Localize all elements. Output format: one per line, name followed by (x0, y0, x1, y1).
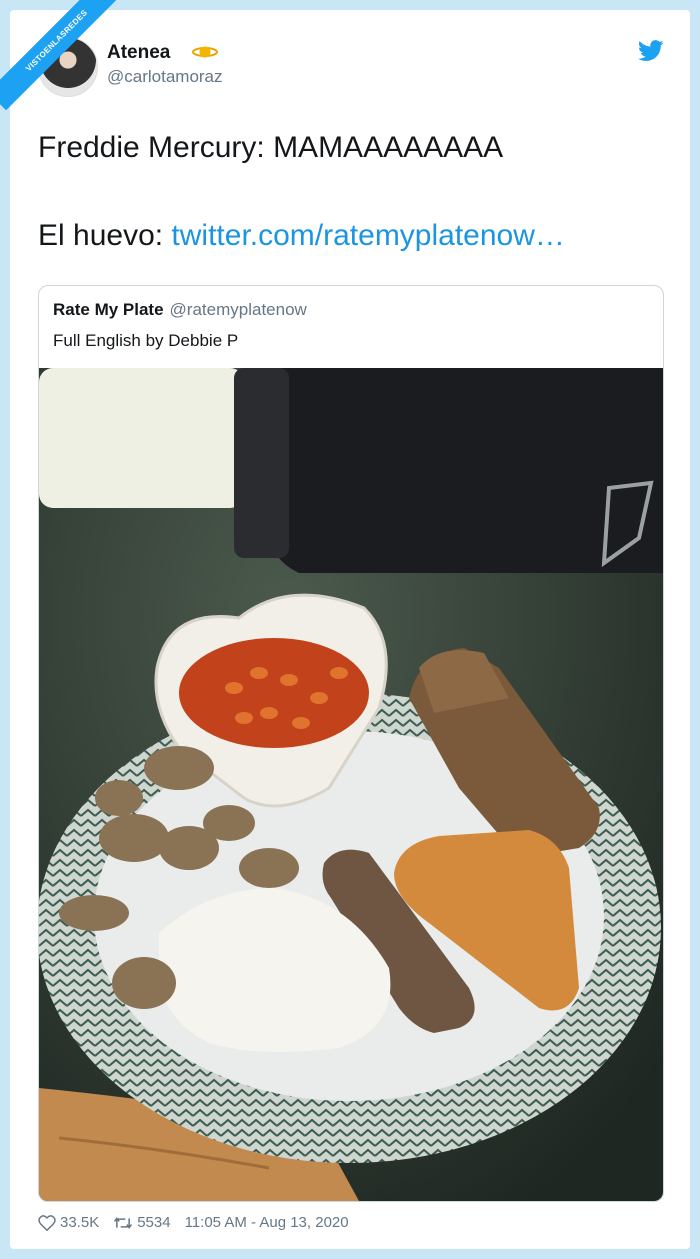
quoted-author-handle[interactable]: @ratemyplatenow (170, 300, 307, 319)
quoted-author-name[interactable]: Rate My Plate (53, 300, 164, 319)
tweet-line-2-prefix: El huevo: (38, 219, 172, 252)
food-plate-photo[interactable] (39, 368, 663, 1201)
like-stat[interactable]: 33.5K (38, 1214, 99, 1231)
tweet-line-1: Freddie Mercury: MAMAAAAAAAA (38, 131, 504, 164)
tweet-line-2: El huevo: twitter.com/ratemyplatenow… (38, 214, 678, 258)
like-count: 33.5K (60, 1214, 100, 1231)
quoted-tweet-header: Rate My Plate @ratemyplatenow (53, 300, 307, 320)
retweet-count: 5534 (137, 1214, 171, 1231)
tweet-footer: 33.5K 5534 11:05 AM - Aug 13, 2020 (38, 1214, 349, 1231)
twitter-bird-icon[interactable] (638, 40, 664, 62)
retweet-stat[interactable]: 5534 (113, 1214, 171, 1231)
quoted-tweet-text: Full English by Debbie P (53, 331, 239, 350)
quoted-tweet[interactable]: Rate My Plate @ratemyplatenow Full Englis… (38, 285, 664, 1202)
heart-icon (38, 1214, 56, 1231)
planet-emoji-icon (192, 46, 218, 58)
author-handle[interactable]: @carlotamoraz (107, 67, 223, 87)
author-name[interactable]: Atenea (107, 42, 170, 64)
retweet-icon (114, 1216, 133, 1229)
tweet-text: Freddie Mercury: MAMAAAAAAAA El huevo: t… (38, 126, 678, 258)
quoted-tweet-link[interactable]: twitter.com/ratemyplatenow… (171, 219, 564, 252)
tweet-timestamp[interactable]: 11:05 AM - Aug 13, 2020 (185, 1214, 349, 1231)
tweet-card: VISTOENLASREDES Atenea @carlotamoraz Fre… (0, 0, 690, 1249)
